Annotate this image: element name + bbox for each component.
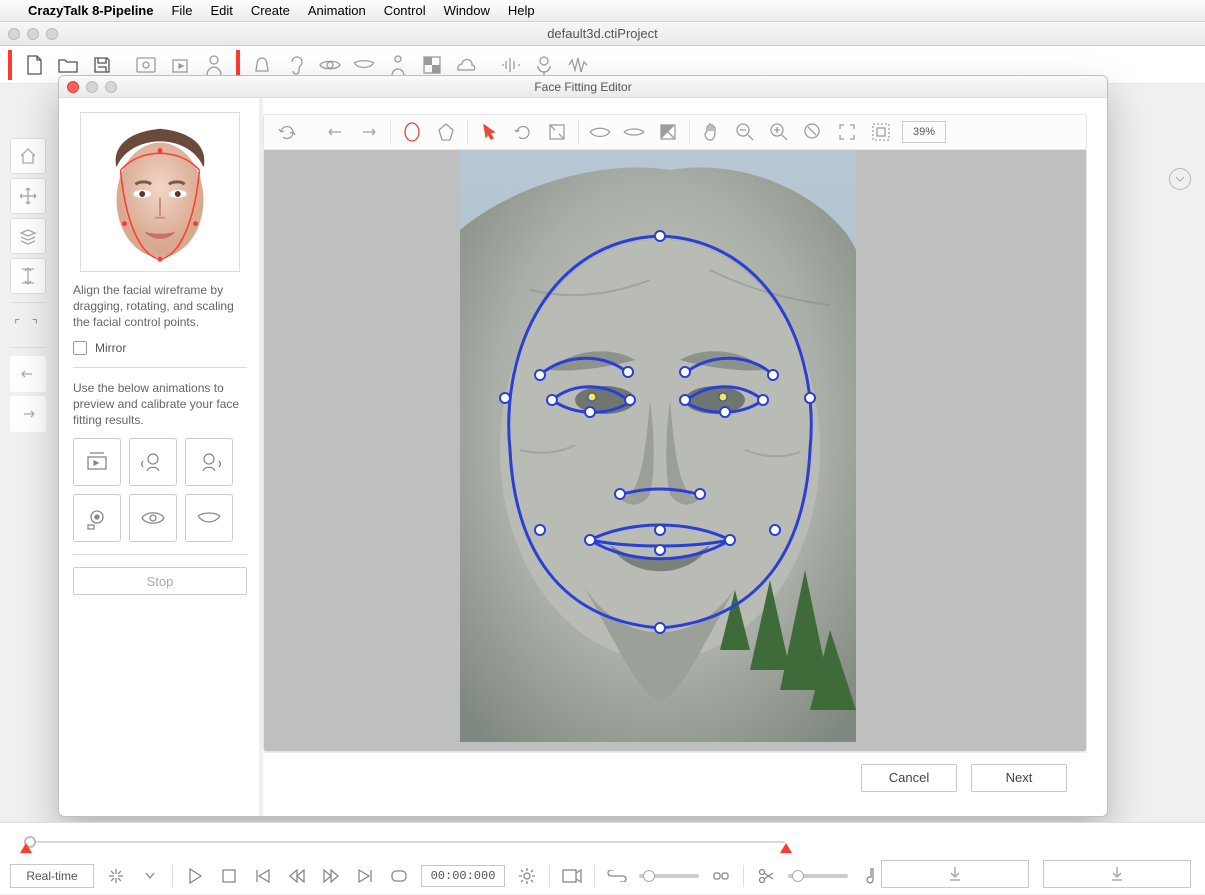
next-frame-icon[interactable] — [319, 864, 343, 888]
undo-icon[interactable] — [10, 356, 46, 392]
new-project-icon[interactable] — [18, 49, 50, 81]
settings-gear-icon[interactable] — [515, 864, 539, 888]
preview-animations-grid — [73, 438, 247, 542]
cancel-button[interactable]: Cancel — [861, 764, 957, 792]
mirror-checkbox-row[interactable]: Mirror — [73, 341, 247, 355]
left-panel: Align the facial wireframe by dragging, … — [59, 98, 259, 816]
zoom-out-icon[interactable] — [728, 118, 762, 146]
menu-help[interactable]: Help — [508, 3, 535, 18]
project-title: default3d.ctiProject — [0, 26, 1205, 41]
modal-footer: Cancel Next — [263, 752, 1087, 802]
dropdown-icon[interactable] — [138, 864, 162, 888]
height-icon[interactable] — [10, 258, 46, 294]
mirror-checkbox[interactable] — [73, 341, 87, 355]
lips-closed-icon[interactable] — [617, 118, 651, 146]
layers-icon[interactable] — [10, 218, 46, 254]
left-vertical-toolbar: ⌜ ⌝ — [4, 86, 52, 432]
mirror-label: Mirror — [95, 341, 126, 355]
actual-size-icon[interactable] — [864, 118, 898, 146]
timeline-marker-start[interactable] — [20, 843, 32, 853]
lips-open-icon[interactable] — [583, 118, 617, 146]
stop-icon[interactable] — [217, 864, 241, 888]
home-icon[interactable] — [10, 138, 46, 174]
scale-icon[interactable] — [540, 118, 574, 146]
instruction-text-1: Align the facial wireframe by dragging, … — [73, 282, 247, 331]
editor-redo-icon[interactable] — [352, 118, 386, 146]
timeline-marker-end[interactable] — [780, 843, 792, 853]
editor-canvas[interactable] — [263, 150, 1087, 752]
project-titlebar: default3d.ctiProject — [0, 22, 1205, 46]
zoom-value[interactable]: 39% — [902, 121, 946, 143]
move-icon[interactable] — [10, 178, 46, 214]
zoom-slider[interactable] — [639, 874, 699, 878]
bottom-right-boxes — [881, 860, 1191, 888]
modal-titlebar: Face Fitting Editor — [59, 76, 1107, 98]
zoom-in-icon[interactable] — [762, 118, 796, 146]
fit-screen-icon[interactable] — [830, 118, 864, 146]
redo-icon[interactable] — [10, 396, 46, 432]
face-preview-thumbnail — [80, 112, 240, 272]
playback-mode[interactable]: Real-time — [10, 864, 94, 888]
next-button[interactable]: Next — [971, 764, 1067, 792]
editor-panel: 39% — [263, 98, 1107, 816]
goto-start-icon[interactable] — [251, 864, 275, 888]
rotate-icon[interactable] — [506, 118, 540, 146]
note-icon[interactable] — [858, 864, 882, 888]
menu-control[interactable]: Control — [384, 3, 426, 18]
select-arrow-icon[interactable] — [472, 118, 506, 146]
download-box-1[interactable] — [881, 860, 1029, 888]
contrast-icon[interactable] — [651, 118, 685, 146]
anim-talk-icon[interactable] — [73, 438, 121, 486]
face-fitting-editor-window: Face Fitting Editor Alig — [58, 75, 1108, 817]
stop-button[interactable]: Stop — [73, 567, 247, 595]
link2-icon[interactable] — [709, 864, 733, 888]
app-name[interactable]: CrazyTalk 8-Pipeline — [28, 3, 153, 18]
timeline-bar: Real-time 00:00:000 — [0, 822, 1205, 894]
hand-pan-icon[interactable] — [694, 118, 728, 146]
modal-title: Face Fitting Editor — [59, 80, 1107, 94]
shape-mode-icon[interactable] — [429, 118, 463, 146]
camera-icon[interactable] — [560, 864, 584, 888]
anim-eye-icon[interactable] — [129, 494, 177, 542]
menu-create[interactable]: Create — [251, 3, 290, 18]
editor-undo-icon[interactable] — [318, 118, 352, 146]
loop-icon[interactable] — [387, 864, 411, 888]
anim-head-left-icon[interactable] — [129, 438, 177, 486]
play-icon[interactable] — [183, 864, 207, 888]
sparkle-icon[interactable] — [104, 864, 128, 888]
instruction-text-2: Use the below animations to preview and … — [73, 380, 247, 429]
reset-icon[interactable] — [270, 118, 304, 146]
anim-record-icon[interactable] — [73, 494, 121, 542]
chevron-down-icon[interactable] — [1169, 168, 1191, 190]
link-icon[interactable] — [605, 864, 629, 888]
speed-slider[interactable] — [788, 874, 848, 878]
source-image — [460, 150, 856, 742]
anim-head-right-icon[interactable] — [185, 438, 233, 486]
timeline-strip[interactable] — [0, 823, 1205, 857]
toolbar-accent-1 — [8, 50, 12, 80]
goto-end-icon[interactable] — [353, 864, 377, 888]
scissors-icon[interactable] — [754, 864, 778, 888]
prev-frame-icon[interactable] — [285, 864, 309, 888]
face-outline-mode-icon[interactable] — [395, 118, 429, 146]
menu-animation[interactable]: Animation — [308, 3, 366, 18]
crop-icon[interactable]: ⌜ ⌝ — [10, 311, 46, 339]
macos-menubar: CrazyTalk 8-Pipeline File Edit Create An… — [0, 0, 1205, 22]
menu-file[interactable]: File — [171, 3, 192, 18]
menu-window[interactable]: Window — [444, 3, 490, 18]
right-panel-strip — [1111, 168, 1191, 190]
editor-toolbar: 39% — [263, 114, 1087, 150]
menu-edit[interactable]: Edit — [210, 3, 232, 18]
download-box-2[interactable] — [1043, 860, 1191, 888]
zoom-reset-icon[interactable] — [796, 118, 830, 146]
anim-mouth-icon[interactable] — [185, 494, 233, 542]
timecode[interactable]: 00:00:000 — [421, 865, 505, 887]
